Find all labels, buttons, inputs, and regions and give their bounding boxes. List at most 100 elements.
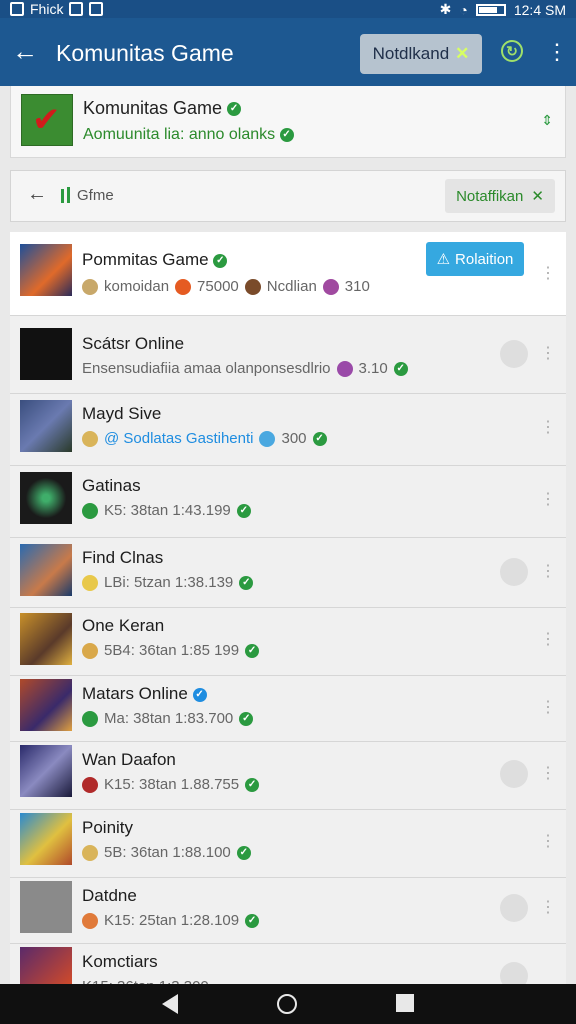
verified-icon: ✓	[213, 253, 228, 268]
more-options-icon[interactable]: ⋮	[540, 346, 556, 362]
status-indicator	[500, 760, 528, 788]
refresh-icon[interactable]: ↻	[501, 40, 523, 62]
game-name: Pommitas Game ✓	[82, 250, 228, 270]
community-header-card[interactable]: Komunitas Game ✓ Aomuunita lia: anno ola…	[10, 86, 566, 158]
helmet-icon	[82, 776, 98, 793]
game-meta: komoidan 75000 Ncdlian 310	[82, 278, 370, 295]
list-item[interactable]: Komctiars K15: 36tan 1:3.300	[10, 944, 566, 995]
verified-icon: ✓	[279, 127, 294, 142]
list-item[interactable]: One Keran 5B4: 36tan 1:85 199 ✓ ⋮	[10, 608, 566, 676]
avatar-icon	[322, 278, 339, 295]
game-name: Mayd Sive	[82, 404, 162, 423]
verified-icon: ✓	[245, 913, 260, 928]
verified-icon: ✓	[393, 361, 408, 376]
game-meta: 5B: 36tan 1:88.100 ✓	[82, 844, 251, 861]
more-options-icon[interactable]: ⋮	[540, 766, 556, 782]
badge-icon	[82, 642, 98, 659]
close-icon: ✕	[531, 188, 544, 205]
list-item[interactable]: Pommitas Game ✓ komoidan 75000 Ncdlian 3…	[10, 232, 566, 316]
more-options-icon[interactable]: ⋮	[540, 420, 556, 436]
community-avatar	[21, 94, 73, 146]
more-options-icon[interactable]: ⋮	[546, 41, 568, 63]
verified-icon: ✓	[192, 687, 207, 702]
notification-icon	[10, 2, 24, 16]
more-options-icon[interactable]: ⋮	[540, 564, 556, 580]
more-options-icon[interactable]: ⋮	[540, 834, 556, 850]
verified-icon: ✓	[245, 777, 260, 792]
game-meta: K15: 38tan 1.88.755 ✓	[82, 776, 260, 793]
verified-icon: ✓	[312, 431, 327, 446]
game-name: Wan Daafon	[82, 750, 176, 769]
list-item[interactable]: Scátsr Online Ensensudiafiia amaa olanpo…	[10, 316, 566, 394]
game-meta: Ensensudiafiia amaa olanponsesdlrio 3.10…	[82, 360, 408, 377]
app-icon	[69, 2, 84, 16]
flame-icon	[175, 278, 192, 295]
game-name: Komctiars	[82, 952, 158, 971]
sub-header-bar: ← Gfme Notaffikan ✕	[10, 170, 566, 222]
app-bar: ← Komunitas Game Notdlkand ✕ ↻ ⋮	[0, 18, 576, 86]
game-name: Matars Online ✓	[82, 684, 207, 704]
sub-header-label: Gfme	[77, 187, 114, 204]
list-item[interactable]: Mayd Sive @ Sodlatas Gastihenti 300 ✓ ⋮	[10, 394, 566, 466]
notifications-button[interactable]: Notdlkand ✕	[360, 34, 482, 74]
list-item[interactable]: Datdne K15: 25tan 1:28.109 ✓ ⋮	[10, 878, 566, 944]
list-item[interactable]: Wan Daafon K15: 38tan 1.88.755 ✓ ⋮	[10, 742, 566, 810]
more-options-icon[interactable]: ⋮	[540, 492, 556, 508]
notifications-button[interactable]: Notaffikan ✕	[445, 179, 555, 213]
game-name: Poinity	[82, 818, 134, 837]
game-thumbnail	[20, 544, 72, 596]
game-name: One Keran	[82, 616, 165, 635]
expand-icon[interactable]: ⇕	[541, 112, 553, 129]
verified-icon: ✓	[239, 575, 254, 590]
game-meta: K5: 38tan 1:43.199 ✓	[82, 502, 251, 519]
action-button[interactable]: ⚠ Rolaition	[426, 242, 524, 276]
more-options-icon[interactable]: ⋮	[540, 632, 556, 648]
more-options-icon[interactable]: ⋮	[540, 900, 556, 916]
game-thumbnail	[20, 244, 72, 296]
back-arrow-icon[interactable]: ←	[12, 38, 38, 64]
list-item[interactable]: Gatinas K5: 38tan 1:43.199 ✓ ⋮	[10, 466, 566, 538]
list-item[interactable]: Matars Online ✓ Ma: 38tan 1:83.700 ✓ ⋮	[10, 676, 566, 742]
game-meta: LBi: 5tzan 1:38.139 ✓	[82, 574, 254, 591]
list-item[interactable]: Poinity 5B: 36tan 1:88.100 ✓ ⋮	[10, 810, 566, 878]
notifications-label: Notdlkand	[372, 44, 450, 63]
close-icon: ✕	[455, 44, 470, 63]
list-item[interactable]: Find Clnas LBi: 5tzan 1:38.139 ✓ ⋮	[10, 538, 566, 608]
badge-icon	[82, 912, 98, 929]
status-indicator	[500, 340, 528, 368]
verified-icon: ✓	[239, 711, 254, 726]
home-icon[interactable]	[277, 994, 297, 1014]
game-meta: K15: 25tan 1:28.109 ✓	[82, 912, 260, 929]
recents-icon[interactable]	[396, 994, 414, 1012]
system-navigation-bar	[0, 984, 576, 1024]
game-meta: 5B4: 36tan 1:85 199 ✓	[82, 642, 260, 659]
community-name: Komunitas Game ✓	[83, 98, 242, 119]
community-subtitle: Aomuunita lia: anno olanks ✓	[83, 126, 294, 144]
game-thumbnail	[20, 328, 72, 380]
avatar-icon	[336, 360, 353, 377]
game-thumbnail	[20, 745, 72, 797]
indicator-icon	[61, 189, 64, 203]
indicator-icon	[67, 187, 70, 203]
verified-icon: ✓	[245, 643, 260, 658]
back-arrow-icon[interactable]: ←	[27, 183, 47, 206]
status-bar: Fhick ✱ ◔ 12:4 SM	[0, 0, 576, 18]
carrier-label: Fhick	[30, 1, 64, 17]
star-icon	[82, 844, 98, 861]
more-options-icon[interactable]: ⋮	[540, 700, 556, 716]
warning-icon: ⚠	[436, 251, 451, 268]
back-icon[interactable]	[162, 994, 178, 1014]
more-options-icon[interactable]: ⋮	[540, 266, 556, 282]
time-label: 12:4 SM	[513, 1, 566, 18]
game-name: Gatinas	[82, 476, 141, 495]
user-icon	[82, 278, 98, 295]
app-icon-2	[89, 2, 104, 16]
status-indicator	[500, 558, 528, 586]
game-meta: @ Sodlatas Gastihenti 300 ✓	[82, 430, 327, 447]
verified-icon: ✓	[236, 503, 251, 518]
wifi-icon: ◔	[459, 1, 468, 18]
game-name: Scátsr Online	[82, 334, 185, 353]
tag-icon	[259, 430, 276, 447]
castle-icon	[244, 278, 261, 295]
battery-icon	[475, 3, 506, 16]
